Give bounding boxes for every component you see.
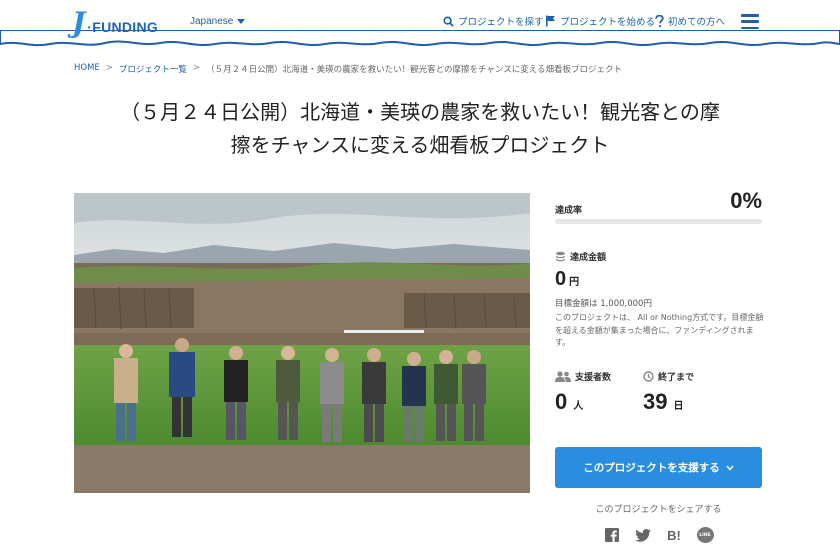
breadcrumb-project-list[interactable]: プロジェクト一覧 (119, 63, 187, 75)
hamburger-menu-icon[interactable] (741, 14, 759, 29)
breadcrumb: HOME > プロジェクト一覧 > （５月２４日公開）北海道・美瑛の農家を救いた… (74, 63, 622, 75)
days-left-value: 39 日 (643, 389, 683, 415)
facebook-icon[interactable] (603, 526, 621, 544)
chevron-down-icon (726, 465, 734, 471)
language-selector[interactable]: Japanese (190, 16, 246, 27)
caret-down-icon (237, 19, 246, 24)
funding-progress-bar (555, 219, 762, 224)
amount-raised-header: 達成金額 (555, 250, 606, 263)
support-button-label: このプロジェクトを支援する (583, 462, 720, 474)
project-title-line2: 擦をチャンスに変える畑看板プロジェクト (230, 133, 610, 157)
nav-start-label: プロジェクトを始める (560, 17, 656, 28)
people-icon (555, 371, 571, 382)
backers-number: 0 (555, 389, 568, 414)
question-icon (655, 14, 664, 27)
amount-raised-label: 達成金額 (570, 253, 607, 263)
goal-amount: 目標金額は 1,000,000円 (555, 299, 652, 309)
share-project-label: このプロジェクトをシェアする (595, 505, 722, 515)
flag-icon (546, 15, 555, 27)
days-left-header: 終了まで (643, 370, 694, 383)
backers-unit: 人 (573, 401, 584, 412)
backers-label: 支援者数 (575, 373, 612, 383)
support-project-button[interactable]: このプロジェクトを支援する (555, 447, 762, 488)
twitter-icon[interactable] (634, 526, 652, 544)
site-header: J ·FUNDING Japanese プロジェクトを探す プロジェクトを始める… (0, 0, 840, 48)
breadcrumb-separator-icon: > (192, 63, 201, 73)
all-or-nothing-description: このプロジェクトは、 All or Nothing方式です。目標金額を超える金額… (555, 313, 764, 347)
project-title-line1: （５月２４日公開）北海道・美瑛の農家を救いたい！観光客との摩 (120, 100, 720, 124)
breadcrumb-separator-icon: > (105, 63, 113, 73)
farmers-field-photo (74, 193, 530, 493)
search-icon (443, 15, 454, 27)
achievement-rate-value: 0% (730, 188, 762, 213)
breadcrumb-home[interactable]: HOME (74, 63, 100, 75)
language-label: Japanese (190, 16, 234, 27)
line-icon: LINE (696, 527, 714, 543)
achievement-rate-label: 達成率 (555, 206, 583, 216)
backers-value: 0人 (555, 389, 583, 415)
share-icons: B! LINE (603, 526, 714, 544)
nav-start-project[interactable]: プロジェクトを始める (545, 14, 655, 28)
amount-raised-unit: 円 (569, 277, 580, 288)
project-title: （５月２４日公開）北海道・美瑛の農家を救いたい！観光客との摩 擦をチャンスに変え… (70, 96, 770, 162)
backers-header: 支援者数 (555, 370, 611, 383)
nav-help-label: 初めての方へ (668, 17, 726, 28)
nav-search-projects[interactable]: プロジェクトを探す (443, 14, 544, 28)
days-left-number: 39 (643, 389, 668, 414)
logo-text: ·FUNDING (87, 19, 159, 35)
site-logo[interactable]: J ·FUNDING (72, 8, 158, 38)
project-main-photo (74, 193, 530, 493)
nav-beginners-guide[interactable]: 初めての方へ (655, 14, 725, 28)
amount-raised-value: 0円 (555, 268, 579, 291)
line-icon-wrapper[interactable]: LINE (696, 526, 714, 544)
hatena-bookmark-icon[interactable]: B! (665, 526, 683, 544)
clock-icon (643, 371, 654, 382)
amount-raised-number: 0 (555, 268, 567, 290)
nav-search-label: プロジェクトを探す (458, 17, 544, 28)
breadcrumb-current: （５月２４日公開）北海道・美瑛の農家を救いたい！観光客との摩擦をチャンスに変える… (206, 65, 622, 75)
days-left-label: 終了まで (658, 373, 695, 383)
days-left-unit: 日 (673, 401, 684, 412)
coin-stack-icon (556, 251, 565, 262)
logo-j: J (72, 6, 86, 39)
